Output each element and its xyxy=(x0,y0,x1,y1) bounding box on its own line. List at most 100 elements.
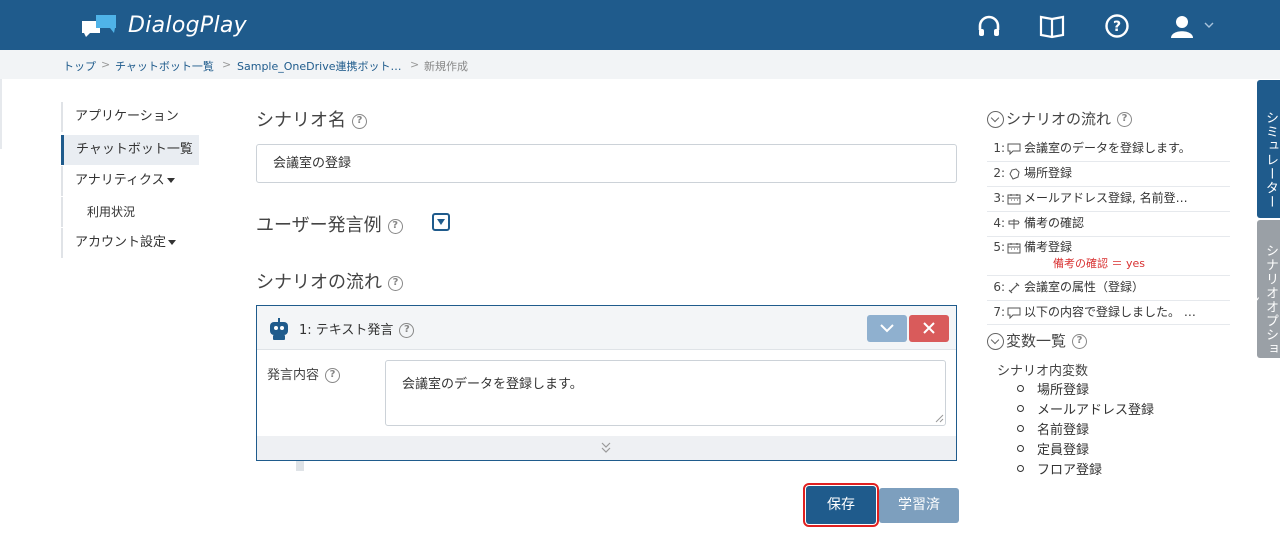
collapse-icon xyxy=(987,333,1004,350)
hand-icon xyxy=(1009,167,1020,180)
robot-icon xyxy=(270,318,288,340)
flow-item-number: 1: xyxy=(993,141,1005,155)
flow-item-number: 5: xyxy=(993,240,1005,254)
help-icon[interactable]: ? xyxy=(325,368,341,383)
flow-item[interactable]: 7: 以下の内容で登録しました。 … xyxy=(987,301,1230,325)
var-item: 定員登録 xyxy=(1016,439,1090,458)
var-item: メールアドレス登録 xyxy=(1016,399,1155,418)
chevron-down-icon xyxy=(880,324,894,333)
chevron-down-icon[interactable] xyxy=(1204,21,1214,29)
utterance-expand-button[interactable] xyxy=(432,213,450,231)
headset-icon[interactable] xyxy=(976,13,1002,39)
flow-item-text: 会議室の属性（登録） xyxy=(1024,280,1145,294)
top-header: DialogPlay ? xyxy=(0,0,1280,50)
help-icon[interactable]: ? xyxy=(387,218,403,234)
utterance-heading: ユーザー発言例? xyxy=(256,211,403,237)
vars-panel-title[interactable]: 変数一覧? xyxy=(987,330,1088,351)
sidebar-item-usage[interactable]: 利用状況 xyxy=(61,197,199,227)
breadcrumb-separator: > xyxy=(101,58,111,71)
calendar-icon xyxy=(1007,193,1021,204)
var-item-text: メールアドレス登録 xyxy=(1037,403,1155,418)
step-connector xyxy=(296,461,304,471)
sidebar-item-label: アプリケーション xyxy=(75,109,179,124)
save-button[interactable]: 保存 xyxy=(803,483,879,527)
utterance-label: ユーザー発言例 xyxy=(256,215,382,236)
delete-step-button[interactable] xyxy=(909,315,949,342)
flow-item[interactable]: 3: メールアドレス登録, 名前登… xyxy=(987,187,1230,212)
app-name: DialogPlay xyxy=(128,12,247,38)
breadcrumb-top[interactable]: トップ xyxy=(63,58,96,74)
learned-button[interactable]: 学習済 xyxy=(879,488,959,523)
breadcrumb-bot[interactable]: Sample_OneDrive連携ボット… xyxy=(237,58,401,74)
help-icon[interactable]: ? xyxy=(352,113,367,129)
chat-logo-icon xyxy=(82,15,116,37)
step-card-footer[interactable] xyxy=(257,436,956,460)
breadcrumb: トップ > チャットボット一覧 > Sample_OneDrive連携ボット… … xyxy=(0,50,1280,79)
flow-item-number: 6: xyxy=(993,280,1005,294)
flow-item-text: 場所登録 xyxy=(1024,166,1073,180)
flow-condition: 備考の確認 ＝ yes xyxy=(1053,257,1146,270)
flow-item-number: 2: xyxy=(993,166,1005,180)
collapse-icon xyxy=(987,111,1004,128)
sidebar-item-account-settings[interactable]: アカウント設定 xyxy=(61,228,199,258)
sidebar-item-chatbot-list[interactable]: チャットボット一覧 xyxy=(61,135,199,165)
close-icon xyxy=(923,322,935,334)
user-icon[interactable] xyxy=(1169,13,1195,39)
calendar-icon xyxy=(1007,242,1021,253)
flow-item-text: 備考の確認 xyxy=(1024,216,1085,230)
flow-item[interactable]: 2: 場所登録 xyxy=(987,162,1230,187)
scenario-name-label: シナリオ名 xyxy=(256,110,346,131)
collapse-step-button[interactable] xyxy=(867,315,907,342)
flow-item[interactable]: 4: 備考の確認 xyxy=(987,212,1230,237)
sidebar-item-applications[interactable]: アプリケーション xyxy=(61,102,199,132)
flow-item[interactable]: 6: 会議室の属性（登録） xyxy=(987,276,1230,301)
utterance-content-textarea[interactable]: 会議室のデータを登録します。 xyxy=(385,360,946,426)
breadcrumb-chatbot-list[interactable]: チャットボット一覧 xyxy=(115,58,214,74)
step-title-text: 1: テキスト発言 xyxy=(299,323,394,338)
resize-handle-icon[interactable] xyxy=(934,413,944,423)
svg-text:?: ? xyxy=(1113,19,1121,35)
flow-item-number: 3: xyxy=(993,191,1005,205)
breadcrumb-separator: > xyxy=(410,58,420,71)
double-chevron-down-icon xyxy=(601,442,611,453)
var-item: 名前登録 xyxy=(1016,419,1090,438)
flow-panel-title[interactable]: シナリオの流れ? xyxy=(987,108,1133,129)
help-icon[interactable]: ? xyxy=(1072,334,1088,349)
help-icon[interactable]: ? xyxy=(1117,112,1133,127)
scenario-options-tab[interactable]: シナリオオプション xyxy=(1244,220,1280,358)
step-card-title: 1: テキスト発言? xyxy=(299,319,415,338)
sidebar-item-label: アナリティクス xyxy=(75,173,165,188)
scenario-step-card: 1: テキスト発言? 発言内容? 会議室のデータを登録します。 xyxy=(256,305,957,461)
signpost-icon xyxy=(1008,218,1020,229)
simulator-tab[interactable]: シミュレーター xyxy=(1257,80,1280,218)
help-icon[interactable]: ? xyxy=(399,323,415,338)
breadcrumb-current: 新規作成 xyxy=(424,60,468,73)
flow-heading: シナリオの流れ? xyxy=(256,268,403,294)
scenario-name-input[interactable]: 会議室の登録 xyxy=(256,144,957,183)
caret-down-icon xyxy=(166,178,175,183)
flow-item-number: 4: xyxy=(993,216,1005,230)
sidebar-item-label: 利用状況 xyxy=(87,205,136,219)
var-item-text: 定員登録 xyxy=(1037,443,1090,458)
flow-panel-title-text: シナリオの流れ xyxy=(1006,110,1112,128)
flow-label: シナリオの流れ xyxy=(256,272,382,293)
var-item: フロア登録 xyxy=(1016,459,1102,478)
vars-panel-title-text: 変数一覧 xyxy=(1006,332,1067,350)
book-icon[interactable] xyxy=(1039,13,1065,39)
var-item-text: 場所登録 xyxy=(1037,383,1090,398)
app-logo[interactable]: DialogPlay xyxy=(82,10,247,40)
var-item-text: 名前登録 xyxy=(1037,423,1090,438)
help-icon[interactable]: ? xyxy=(1104,13,1130,39)
var-item: 場所登録 xyxy=(1016,379,1090,398)
flow-item[interactable]: 5: 備考登録 備考の確認 ＝ yes xyxy=(987,237,1230,276)
sidebar-item-label: アカウント設定 xyxy=(75,235,167,250)
flow-item[interactable]: 1: 会議室のデータを登録します。 xyxy=(987,137,1230,162)
help-icon[interactable]: ? xyxy=(388,275,403,291)
flow-item-text: 以下の内容で登録しました。 … xyxy=(1024,305,1196,319)
content-label: 発言内容? xyxy=(267,364,341,383)
sidebar-item-analytics[interactable]: アナリティクス xyxy=(61,166,199,196)
flow-item-text: 会議室のデータを登録します。 xyxy=(1024,141,1191,155)
chat-bubble-icon xyxy=(1007,143,1021,155)
caret-down-icon xyxy=(168,240,177,245)
breadcrumb-separator: > xyxy=(222,58,232,71)
